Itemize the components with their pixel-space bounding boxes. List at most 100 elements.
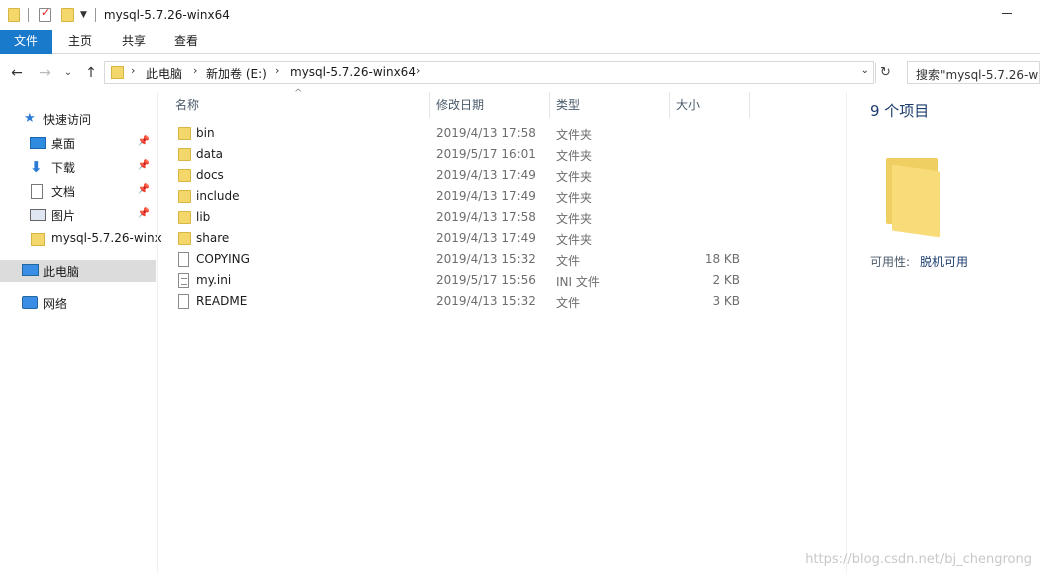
file-type: 文件夹 — [556, 233, 593, 247]
file-size: 3 KB — [712, 294, 740, 308]
pane-divider[interactable] — [157, 92, 158, 573]
file-name: README — [196, 294, 248, 308]
customize-toolbar-dropdown-icon[interactable]: ▼ — [80, 10, 87, 20]
breadcrumb-folder[interactable]: mysql-5.7.26-winx64 — [290, 65, 416, 79]
separator — [28, 8, 29, 22]
sidebar-item-label: 图片 — [51, 209, 76, 223]
watermark: https://blog.csdn.net/bj_chengrong — [805, 552, 1032, 567]
sidebar-item-downloads[interactable]: ⬇ 下载 📌 — [0, 156, 156, 178]
column-divider[interactable] — [749, 92, 750, 118]
file-row[interactable]: bin 2019/4/13 17:58 文件夹 — [166, 124, 752, 145]
up-arrow-icon[interactable]: ↑ — [82, 64, 100, 82]
folder-icon — [8, 8, 20, 22]
window-title: mysql-5.7.26-winx64 — [103, 8, 230, 22]
separator — [94, 8, 96, 22]
sidebar-item-label: 下载 — [51, 161, 76, 175]
new-folder-icon[interactable] — [61, 8, 74, 22]
file-row[interactable]: COPYING 2019/4/13 15:32 文件 18 KB — [166, 250, 752, 271]
tab-share[interactable]: 共享 — [112, 30, 156, 54]
recent-locations-chevron-icon[interactable]: ⌄ — [62, 64, 74, 82]
file-type: 文件夹 — [556, 212, 593, 226]
tab-file[interactable]: 文件 — [0, 30, 52, 54]
ribbon-tabs: 文件 主页 共享 查看 — [0, 30, 1040, 54]
sidebar-item-label: 此电脑 — [43, 265, 80, 279]
file-date: 2019/4/13 17:58 — [436, 126, 536, 140]
file-icon — [178, 252, 189, 267]
properties-icon[interactable] — [39, 6, 51, 22]
folder-icon — [178, 190, 191, 203]
chevron-right-icon[interactable]: › — [193, 64, 197, 77]
file-size: 18 KB — [704, 252, 740, 266]
sidebar-item-label: 桌面 — [51, 137, 76, 151]
file-name: bin — [196, 126, 215, 140]
file-date: 2019/4/13 15:32 — [436, 252, 536, 266]
pin-icon[interactable]: 📌 — [138, 208, 150, 219]
search-placeholder: 搜索"mysql-5.7.26-winx64" — [916, 68, 1039, 82]
file-row[interactable]: data 2019/5/17 16:01 文件夹 — [166, 145, 752, 166]
folder-icon — [178, 148, 191, 161]
sidebar-item-documents[interactable]: 文档 📌 — [0, 180, 156, 202]
column-header-name[interactable]: 名称 — [175, 96, 199, 113]
file-name: COPYING — [196, 252, 250, 266]
column-header-size[interactable]: 大小 — [676, 96, 700, 113]
column-header-date[interactable]: 修改日期 — [436, 96, 484, 113]
file-row[interactable]: my.ini 2019/5/17 15:56 INI 文件 2 KB — [166, 271, 752, 292]
refresh-icon[interactable]: ↻ — [875, 63, 895, 83]
folder-icon — [178, 169, 191, 182]
settings-file-icon — [178, 273, 189, 288]
pin-icon[interactable]: 📌 — [138, 160, 150, 171]
sidebar-item-desktop[interactable]: 桌面 📌 — [0, 132, 156, 154]
column-divider[interactable] — [669, 92, 670, 118]
chevron-right-icon[interactable]: › — [416, 64, 420, 77]
chevron-right-icon[interactable]: › — [131, 64, 135, 77]
desktop-icon — [30, 137, 46, 149]
folder-icon — [31, 233, 45, 246]
file-date: 2019/5/17 15:56 — [436, 273, 536, 287]
pin-icon[interactable]: 📌 — [138, 136, 150, 147]
sidebar-item-mysql-folder[interactable]: mysql-5.7.26-winx — [0, 228, 162, 250]
sidebar-item-this-pc[interactable]: 此电脑 — [0, 260, 156, 282]
computer-icon — [22, 264, 39, 276]
breadcrumb-this-pc[interactable]: 此电脑 — [146, 65, 182, 82]
breadcrumb-drive[interactable]: 新加卷 (E:) — [206, 65, 267, 82]
minimize-button[interactable] — [1002, 13, 1012, 14]
folder-preview-icon — [886, 158, 942, 238]
sidebar-item-label: mysql-5.7.26-winx — [51, 231, 162, 245]
sidebar-item-pictures[interactable]: 图片 📌 — [0, 204, 156, 226]
chevron-right-icon[interactable]: › — [275, 64, 279, 77]
file-date: 2019/4/13 17:49 — [436, 189, 536, 203]
file-type: 文件夹 — [556, 128, 593, 142]
sidebar-item-label: 快速访问 — [43, 113, 92, 127]
pin-icon[interactable]: 📌 — [138, 184, 150, 195]
pane-divider[interactable] — [846, 92, 847, 573]
tab-view[interactable]: 查看 — [164, 30, 208, 54]
column-header-type[interactable]: 类型 — [556, 96, 580, 113]
sidebar-item-quick-access[interactable]: ★ 快速访问 — [0, 108, 156, 130]
file-row[interactable]: lib 2019/4/13 17:58 文件夹 — [166, 208, 752, 229]
forward-arrow-icon[interactable]: → — [36, 64, 54, 82]
availability-label: 可用性: — [870, 255, 911, 269]
back-arrow-icon[interactable]: ← — [8, 64, 26, 82]
sidebar-item-network[interactable]: 网络 — [0, 292, 156, 314]
tab-home[interactable]: 主页 — [58, 30, 102, 54]
file-type: 文件 — [556, 296, 581, 310]
file-row[interactable]: README 2019/4/13 15:32 文件 3 KB — [166, 292, 752, 313]
file-date: 2019/4/13 17:49 — [436, 231, 536, 245]
star-icon: ★ — [24, 111, 36, 126]
column-divider[interactable] — [429, 92, 430, 118]
file-row[interactable]: include 2019/4/13 17:49 文件夹 — [166, 187, 752, 208]
file-row[interactable]: docs 2019/4/13 17:49 文件夹 — [166, 166, 752, 187]
search-input[interactable]: 搜索"mysql-5.7.26-winx64" — [907, 61, 1040, 84]
availability-value: 脱机可用 — [920, 255, 969, 269]
download-icon: ⬇ — [30, 158, 43, 176]
file-type: 文件夹 — [556, 191, 593, 205]
file-date: 2019/5/17 16:01 — [436, 147, 536, 161]
file-size: 2 KB — [712, 273, 740, 287]
address-bar[interactable]: › 此电脑 › 新加卷 (E:) › mysql-5.7.26-winx64 ›… — [104, 61, 874, 84]
sidebar-item-label: 网络 — [43, 297, 68, 311]
file-row[interactable]: share 2019/4/13 17:49 文件夹 — [166, 229, 752, 250]
file-date: 2019/4/13 17:58 — [436, 210, 536, 224]
column-divider[interactable] — [549, 92, 550, 118]
address-history-dropdown-icon[interactable]: ⌄ — [861, 65, 869, 76]
sidebar-item-label: 文档 — [51, 185, 76, 199]
